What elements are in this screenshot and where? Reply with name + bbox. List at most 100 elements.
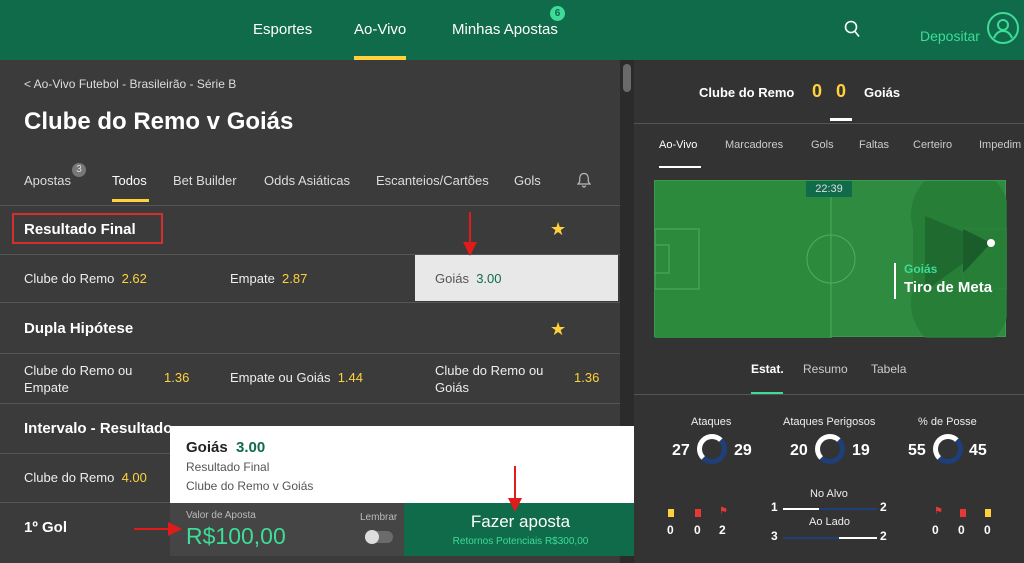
scrollbar-thumb[interactable] (623, 64, 631, 92)
rtab-offsides[interactable]: Impedim (979, 139, 1024, 151)
odd-value[interactable]: 1.36 (574, 370, 599, 385)
attacks-donut (697, 434, 727, 464)
market-halftime-title[interactable]: Intervalo - Resultado (24, 420, 172, 437)
rtab-live[interactable]: Ao-Vivo (659, 139, 697, 151)
selection-label: Clube do Remo (24, 271, 115, 286)
stat-tab-table[interactable]: Tabela (871, 362, 906, 376)
stat-tab-stats[interactable]: Estat. (751, 362, 784, 376)
slip-odd: 3.00 (236, 439, 266, 456)
home-yellow-cards: 0 (667, 523, 674, 537)
annotation-arrow (508, 466, 522, 512)
slip-selection: Goiás 3.00 (186, 439, 265, 456)
nav-sports[interactable]: Esportes (253, 0, 312, 60)
off-target-bar-away (839, 537, 877, 539)
market-double-chance-title[interactable]: Dupla Hipótese (24, 320, 133, 337)
home-corners: 2 (719, 523, 726, 537)
pitch-event-type: Tiro de Meta (904, 279, 993, 296)
score-home-goals: 0 (812, 81, 823, 101)
on-target-home: 1 (771, 500, 778, 514)
double-option-1[interactable]: Clube do Remo ou Empate (24, 362, 132, 396)
on-target-bar-away (819, 508, 877, 510)
slip-selection-name: Goiás (186, 439, 228, 456)
tab-asian-odds[interactable]: Odds Asiáticas (264, 173, 350, 188)
final-away-option[interactable]: Goiás 3.00 (435, 271, 502, 286)
away-corners: 0 (932, 523, 939, 537)
divider (0, 403, 620, 404)
stat-dangerous-label: Ataques Perigosos (783, 416, 876, 428)
toggle-knob (365, 530, 379, 544)
divider (0, 302, 620, 303)
match-clock: 22:39 (806, 181, 852, 197)
stat-dangerous-away: 19 (852, 442, 870, 459)
stat-possession-home: 55 (908, 442, 926, 459)
on-target-away: 2 (880, 500, 887, 514)
selection-label: Goiás (435, 380, 469, 395)
stat-attacks-away: 29 (734, 442, 752, 459)
odd-value: 2.62 (121, 271, 147, 286)
on-target-label: No Alvo (810, 488, 848, 500)
selection-label: Goiás (435, 271, 469, 286)
breadcrumb[interactable]: < Ao-Vivo Futebol - Brasileirão - Série … (24, 77, 236, 91)
odd-value: 3.00 (476, 271, 502, 286)
odd-value: 1.44 (337, 370, 363, 385)
final-draw-option[interactable]: Empate 2.87 (230, 271, 307, 286)
deposit-button[interactable]: Depositar (920, 28, 980, 44)
away-red-cards: 0 (958, 523, 965, 537)
final-home-option[interactable]: Clube do Remo 2.62 (24, 271, 147, 286)
tab-bets[interactable]: Apostas (24, 173, 71, 188)
half-home-option[interactable]: Clube do Remo 4.00 (24, 470, 147, 485)
corner-flag-icon: ⚑ (719, 506, 728, 517)
stat-attacks-home: 27 (672, 442, 690, 459)
rtab-scorers[interactable]: Marcadores (725, 139, 783, 151)
away-yellow-cards: 0 (984, 523, 991, 537)
selection-label: Clube do Remo ou (24, 363, 133, 378)
score-home-team: Clube do Remo (699, 85, 795, 100)
pitch-lines (654, 165, 1008, 353)
potential-returns: Retornos Potenciais R$300,00 (452, 536, 589, 547)
market-first-goal-title[interactable]: 1º Gol (24, 519, 67, 536)
tab-goals[interactable]: Gols (514, 173, 541, 188)
my-bets-count-badge: 6 (550, 6, 565, 21)
selection-label: Empate (24, 380, 69, 395)
remember-toggle[interactable] (365, 530, 393, 544)
slip-event: Clube do Remo v Goiás (186, 479, 314, 493)
tab-bet-builder[interactable]: Bet Builder (173, 173, 237, 188)
yellow-card-icon (985, 509, 991, 517)
home-red-cards: 0 (694, 523, 701, 537)
stat-tab-summary[interactable]: Resumo (803, 362, 848, 376)
favorite-star-icon[interactable]: ★ (550, 319, 566, 340)
tab-active-indicator (112, 199, 149, 202)
tab-all[interactable]: Todos (112, 173, 147, 188)
rtab-goals[interactable]: Gols (811, 139, 834, 151)
odd-value[interactable]: 1.36 (164, 370, 189, 385)
rtab-accurate[interactable]: Certeiro (913, 139, 952, 151)
on-target-bar-home (783, 508, 819, 510)
corner-flag-icon: ⚑ (934, 506, 943, 517)
search-icon[interactable] (844, 20, 860, 38)
slip-market: Resultado Final (186, 460, 270, 474)
favorite-star-icon[interactable]: ★ (550, 219, 566, 240)
score-away-goals: 0 (836, 81, 847, 101)
bell-icon[interactable] (577, 172, 591, 188)
nav-my-bets[interactable]: Minhas Apostas (452, 0, 558, 60)
score-underline (830, 118, 852, 121)
nav-live[interactable]: Ao-Vivo (354, 0, 406, 60)
stat-possession-label: % de Posse (918, 416, 977, 428)
off-target-bar-home (783, 537, 839, 539)
place-bet-label: Fazer aposta (470, 512, 571, 531)
double-option-2[interactable]: Empate ou Goiás 1.44 (230, 370, 363, 385)
tab-corners-cards[interactable]: Escanteios/Cartões (376, 173, 489, 188)
off-target-away: 2 (880, 529, 887, 543)
annotation-highlight-box (12, 213, 163, 244)
red-card-icon (695, 509, 701, 517)
user-account-icon[interactable] (987, 12, 1019, 44)
stat-dangerous-home: 20 (790, 442, 808, 459)
annotation-arrow (463, 212, 477, 256)
stat-possession-away: 45 (969, 442, 987, 459)
stake-input[interactable]: R$100,00 (186, 523, 286, 550)
double-option-3[interactable]: Clube do Remo ou Goiás (435, 362, 543, 396)
stat-attacks-label: Ataques (691, 416, 732, 428)
odd-value: 2.87 (282, 271, 308, 286)
yellow-card-icon (668, 509, 674, 517)
rtab-fouls[interactable]: Faltas (859, 139, 889, 151)
